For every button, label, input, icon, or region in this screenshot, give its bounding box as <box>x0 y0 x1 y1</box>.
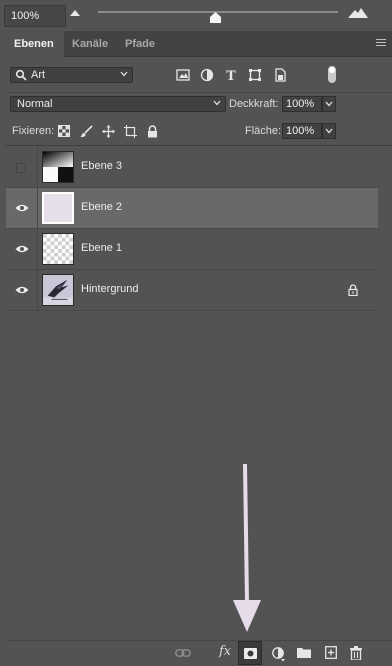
adjustment-layer-filter-icon[interactable] <box>200 68 214 82</box>
link-icon[interactable] <box>175 649 191 657</box>
filter-row: Art T <box>6 58 392 90</box>
zoom-slider-thumb[interactable] <box>210 12 221 23</box>
fx-icon[interactable]: fx <box>219 644 231 659</box>
layer-name[interactable]: Ebene 2 <box>81 201 122 213</box>
lock-position-icon[interactable] <box>102 125 115 138</box>
layer-row-ebene-3[interactable]: Ebene 3 <box>6 147 378 188</box>
chevron-down-icon <box>325 101 333 107</box>
adjustment-layer-icon[interactable] <box>272 646 286 662</box>
tab-ebenen[interactable]: Ebenen <box>6 31 64 58</box>
visibility-toggle[interactable] <box>6 188 38 228</box>
visibility-toggle[interactable] <box>6 147 38 187</box>
layer-name[interactable]: Ebene 1 <box>81 242 122 254</box>
layer-name[interactable]: Hintergrund <box>81 283 138 295</box>
lock-image-pixels-icon[interactable] <box>80 125 93 138</box>
opacity-label: Deckkraft: <box>229 98 279 110</box>
folder-icon[interactable] <box>297 647 311 658</box>
lock-transparent-pixels-icon[interactable] <box>58 125 70 137</box>
layers-list: Ebene 3 Ebene 2 Ebene 1 Hintergrund <box>6 147 378 311</box>
add-mask-icon <box>244 648 257 659</box>
opacity-dropdown[interactable] <box>322 96 336 112</box>
layer-row-hintergrund[interactable]: Hintergrund <box>6 270 378 311</box>
blend-mode-select[interactable]: Normal <box>10 96 226 112</box>
fill-label: Fläche: <box>245 125 282 137</box>
tab-pfade[interactable]: Pfade <box>117 31 163 57</box>
tab-kanaele[interactable]: Kanäle <box>64 31 116 57</box>
panel-menu-icon[interactable] <box>376 39 386 48</box>
layer-row-ebene-1[interactable]: Ebene 1 <box>6 229 378 270</box>
layer-thumbnail <box>42 274 74 306</box>
filter-toggle-switch[interactable] <box>328 66 336 83</box>
add-mask-button[interactable] <box>238 641 262 665</box>
svg-text:T: T <box>226 69 236 82</box>
zoom-in-mountain-icon[interactable] <box>348 8 368 18</box>
eye-icon <box>15 204 29 212</box>
layer-thumbnail <box>42 151 74 183</box>
blend-mode-value: Normal <box>17 98 53 110</box>
panel-tabs: Ebenen Kanäle Pfade <box>6 31 392 58</box>
type-layer-filter-icon[interactable]: T <box>224 68 238 82</box>
layer-name[interactable]: Ebene 3 <box>81 160 122 172</box>
zoom-field[interactable]: 100% <box>4 5 66 27</box>
visibility-off-box <box>16 163 26 173</box>
layer-row-ebene-2[interactable]: Ebene 2 <box>6 188 378 229</box>
lock-label: Fixieren: <box>12 125 55 137</box>
search-icon <box>15 69 27 81</box>
visibility-toggle[interactable] <box>6 229 38 269</box>
lock-icon[interactable] <box>348 284 358 296</box>
chevron-down-icon <box>213 100 221 106</box>
lock-all-icon[interactable] <box>147 125 158 138</box>
smart-object-filter-icon[interactable] <box>273 68 287 82</box>
lock-row: Fixieren: Fläche: 100% <box>6 118 392 146</box>
annotation-arrow-icon <box>233 463 261 632</box>
fill-dropdown[interactable] <box>322 123 336 139</box>
eye-icon <box>15 286 29 294</box>
zoom-out-mountain-icon[interactable] <box>70 10 80 16</box>
visibility-toggle[interactable] <box>6 270 38 310</box>
filter-kind-label: Art <box>31 69 46 81</box>
trash-icon[interactable] <box>350 646 362 660</box>
pixel-layer-filter-icon[interactable] <box>176 68 190 82</box>
shape-layer-filter-icon[interactable] <box>248 68 262 82</box>
layers-bottom-bar: fx <box>6 640 392 666</box>
filter-kind-select[interactable]: Art <box>10 67 133 83</box>
fill-field[interactable]: 100% <box>282 123 322 139</box>
chevron-down-icon <box>120 71 128 77</box>
new-layer-icon[interactable] <box>325 646 337 659</box>
layers-scrollbar[interactable] <box>378 147 392 637</box>
lock-artboard-icon[interactable] <box>124 125 137 138</box>
layer-thumbnail <box>42 233 74 265</box>
zoom-bar: 100% <box>0 0 392 30</box>
blend-row: Normal Deckkraft: 100% <box>6 92 392 116</box>
chevron-down-icon <box>325 128 333 134</box>
eye-icon <box>15 245 29 253</box>
layer-thumbnail <box>42 192 74 224</box>
opacity-field[interactable]: 100% <box>282 96 322 112</box>
